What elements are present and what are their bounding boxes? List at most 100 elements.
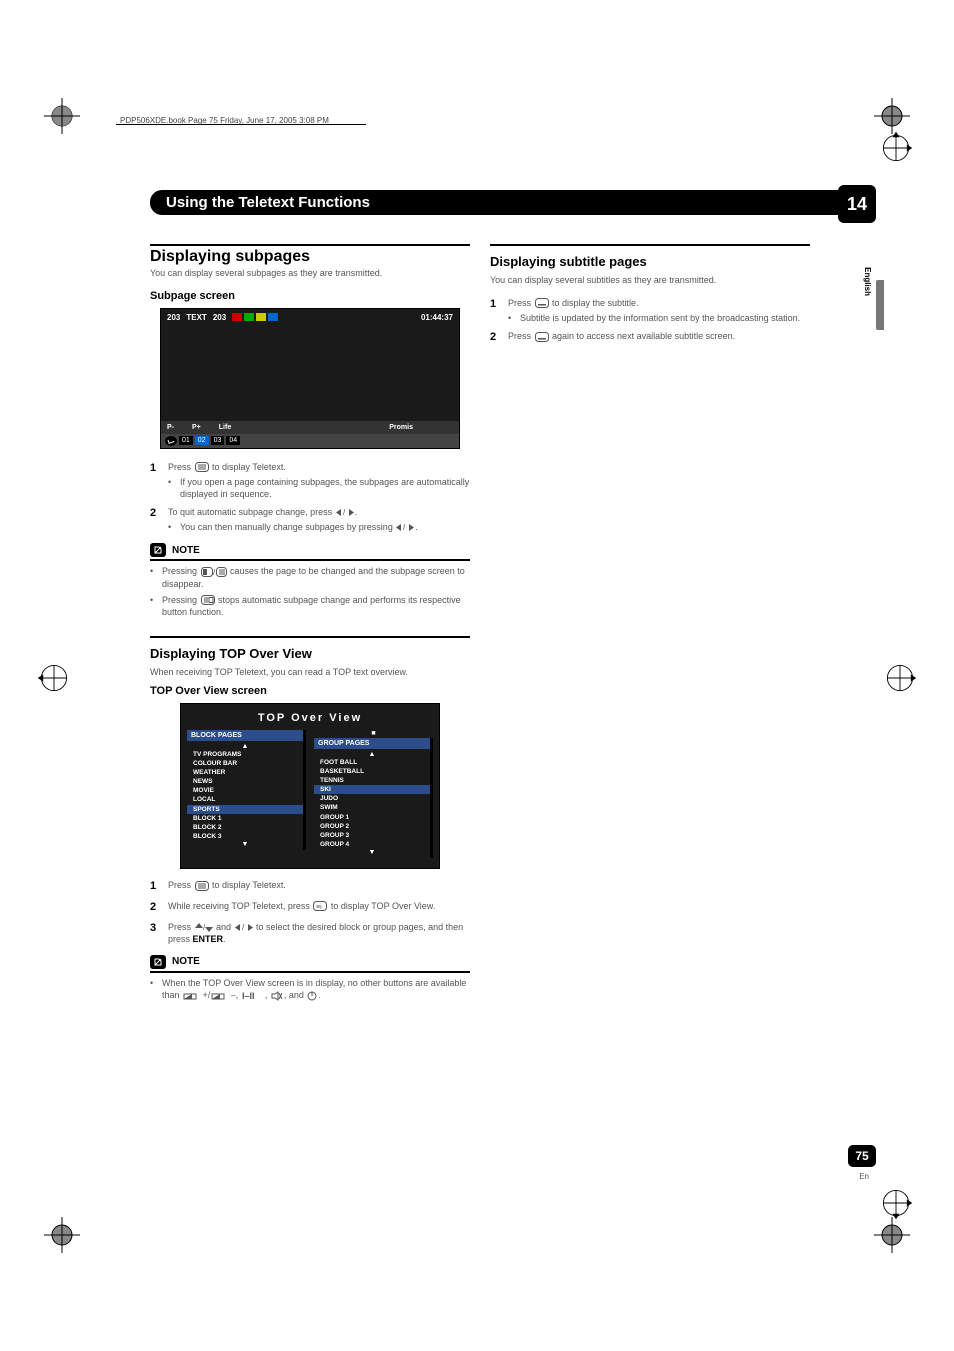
ttx-bottom-d: Promis — [389, 424, 413, 431]
group-item: TENNIS — [314, 776, 430, 785]
step-text: Press — [168, 462, 194, 472]
note-text: Pressing — [162, 595, 200, 605]
arrow-register-icon — [878, 130, 914, 166]
step-text: Press — [168, 922, 194, 932]
step-number: 2 — [150, 900, 168, 915]
step-text: . — [223, 934, 226, 944]
block-item: BLOCK 3 — [187, 832, 303, 841]
note-text: Pressing — [162, 566, 200, 576]
block-item: BLOCK 1 — [187, 814, 303, 823]
rotate-icon — [165, 436, 177, 446]
teletext-subpage-row: 01 02 03 04 — [161, 434, 459, 448]
subpage-02: 02 — [195, 436, 209, 445]
arrow-register-icon — [878, 1185, 914, 1221]
step-number: 3 — [150, 921, 168, 945]
up-arrow-icon: ▲ — [314, 751, 430, 758]
svg-text:≡i: ≡i — [316, 904, 322, 911]
bullet-dot-icon: • — [168, 476, 180, 500]
step-text: Press — [508, 331, 534, 341]
ttx-bottom-a: P- — [167, 424, 174, 431]
chapter-title-bar: Using the Teletext Functions — [150, 190, 850, 215]
bullet-dot-icon: • — [150, 565, 162, 589]
inline-text: , — [265, 990, 270, 1000]
note-list: • Pressing / causes the page to be chang… — [150, 565, 470, 618]
svg-text:/: / — [343, 508, 346, 517]
block-pages-header: BLOCK PAGES — [187, 730, 306, 741]
step-2: 2 While receiving TOP Teletext, press ≡i… — [150, 900, 470, 915]
group-item: GROUP 3 — [314, 831, 430, 840]
bullet-text: . — [415, 522, 418, 532]
note-item: • Pressing stops automatic subpage chang… — [150, 594, 470, 618]
note-badge-icon — [150, 955, 166, 969]
step-text: While receiving TOP Teletext, press — [168, 901, 312, 911]
block-item: COLOUR BAR — [187, 759, 303, 768]
step-number: 1 — [490, 297, 508, 324]
svg-text:/: / — [242, 923, 245, 932]
arrow-register-icon — [36, 660, 72, 696]
down-arrow-icon: ▼ — [187, 841, 303, 848]
note-header: NOTE — [150, 543, 470, 561]
svg-text:/: / — [213, 568, 216, 577]
volume-minus-icon — [211, 991, 227, 1001]
note-header: NOTE — [150, 955, 470, 973]
block-item: TV PROGRAMS — [187, 750, 303, 759]
subtitle-button-icon — [535, 332, 549, 342]
mute-icon — [271, 991, 283, 1001]
volume-plus-icon — [183, 991, 199, 1001]
ttx-bottom-c: Life — [219, 424, 231, 431]
top-intro-text: When receiving TOP Teletext, you can rea… — [150, 667, 470, 677]
header-meta: PDP506XDE.book Page 75 Friday, June 17, … — [120, 116, 329, 125]
enter-label: ENTER — [193, 934, 224, 944]
heading-subpage-screen: Subpage screen — [150, 290, 470, 302]
top-steps: 1 Press to display Teletext. 2 While rec… — [150, 879, 470, 945]
note-list: • When the TOP Over View screen is in di… — [150, 977, 470, 1001]
language-label: English — [863, 267, 872, 296]
inline-text: –, — [228, 990, 241, 1000]
group-item: GROUP 1 — [314, 813, 430, 822]
step-number: 2 — [150, 506, 168, 533]
top-over-view-title: TOP Over View — [187, 712, 433, 724]
step-number: 2 — [490, 330, 508, 345]
step-2: 2 Press again to access next available s… — [490, 330, 810, 345]
hold-button-icon — [201, 595, 215, 605]
intro-text: You can display several subpages as they… — [150, 268, 470, 280]
subpage-03: 03 — [211, 436, 225, 445]
bullet-dot-icon: • — [150, 977, 162, 1001]
teletext-body — [161, 326, 459, 421]
subtitle-button-icon — [535, 298, 549, 308]
step-text: to display Teletext. — [210, 462, 286, 472]
red-bar-icon — [232, 313, 242, 321]
step-text: to display Teletext. — [210, 880, 286, 890]
block-item: LOCAL — [187, 795, 303, 804]
ttx-page-a: 203 — [167, 313, 180, 322]
teletext-swap-button-icon: / — [201, 567, 227, 577]
crop-mark-icon — [874, 1217, 910, 1253]
step-text: To quit automatic subpage change, press — [168, 507, 335, 517]
note-label: NOTE — [172, 545, 200, 556]
step-number: 1 — [150, 879, 168, 894]
teletext-topbar: 203 TEXT 203 01:44:37 — [161, 309, 459, 326]
step-text: Press — [168, 880, 194, 890]
top-over-view-screen: TOP Over View BLOCK PAGES ▲ TV PROGRAMSC… — [180, 703, 440, 869]
subpage-01: 01 — [179, 436, 193, 445]
blue-bar-icon — [268, 313, 278, 321]
group-item: FOOT BALL — [314, 758, 430, 767]
group-item: BASKETBALL — [314, 767, 430, 776]
chapter-number-badge: 14 — [838, 185, 876, 223]
inline-text: +/ — [200, 990, 210, 1000]
ttx-label: TEXT — [186, 313, 206, 322]
svg-text:I–II: I–II — [242, 991, 255, 1001]
step-text: . — [355, 507, 358, 517]
note-item: • When the TOP Over View screen is in di… — [150, 977, 470, 1001]
block-item: MOVIE — [187, 786, 303, 795]
crop-mark-icon — [44, 98, 80, 134]
inline-text: , and — [284, 990, 307, 1000]
language-tab — [876, 280, 884, 330]
teletext-screen: 203 TEXT 203 01:44:37 P- P+ Life Promis … — [160, 308, 460, 449]
up-down-arrows-icon: / — [195, 923, 213, 932]
group-pages-column: ■ GROUP PAGES ▲ FOOT BALLBASKETBALLTENNI… — [314, 730, 433, 858]
step-text: again to access next available subtitle … — [550, 331, 736, 341]
teletext-button-icon — [195, 881, 209, 891]
heading-top-over-view: Displaying TOP Over View — [150, 646, 470, 661]
ttx-time: 01:44:37 — [421, 313, 453, 322]
